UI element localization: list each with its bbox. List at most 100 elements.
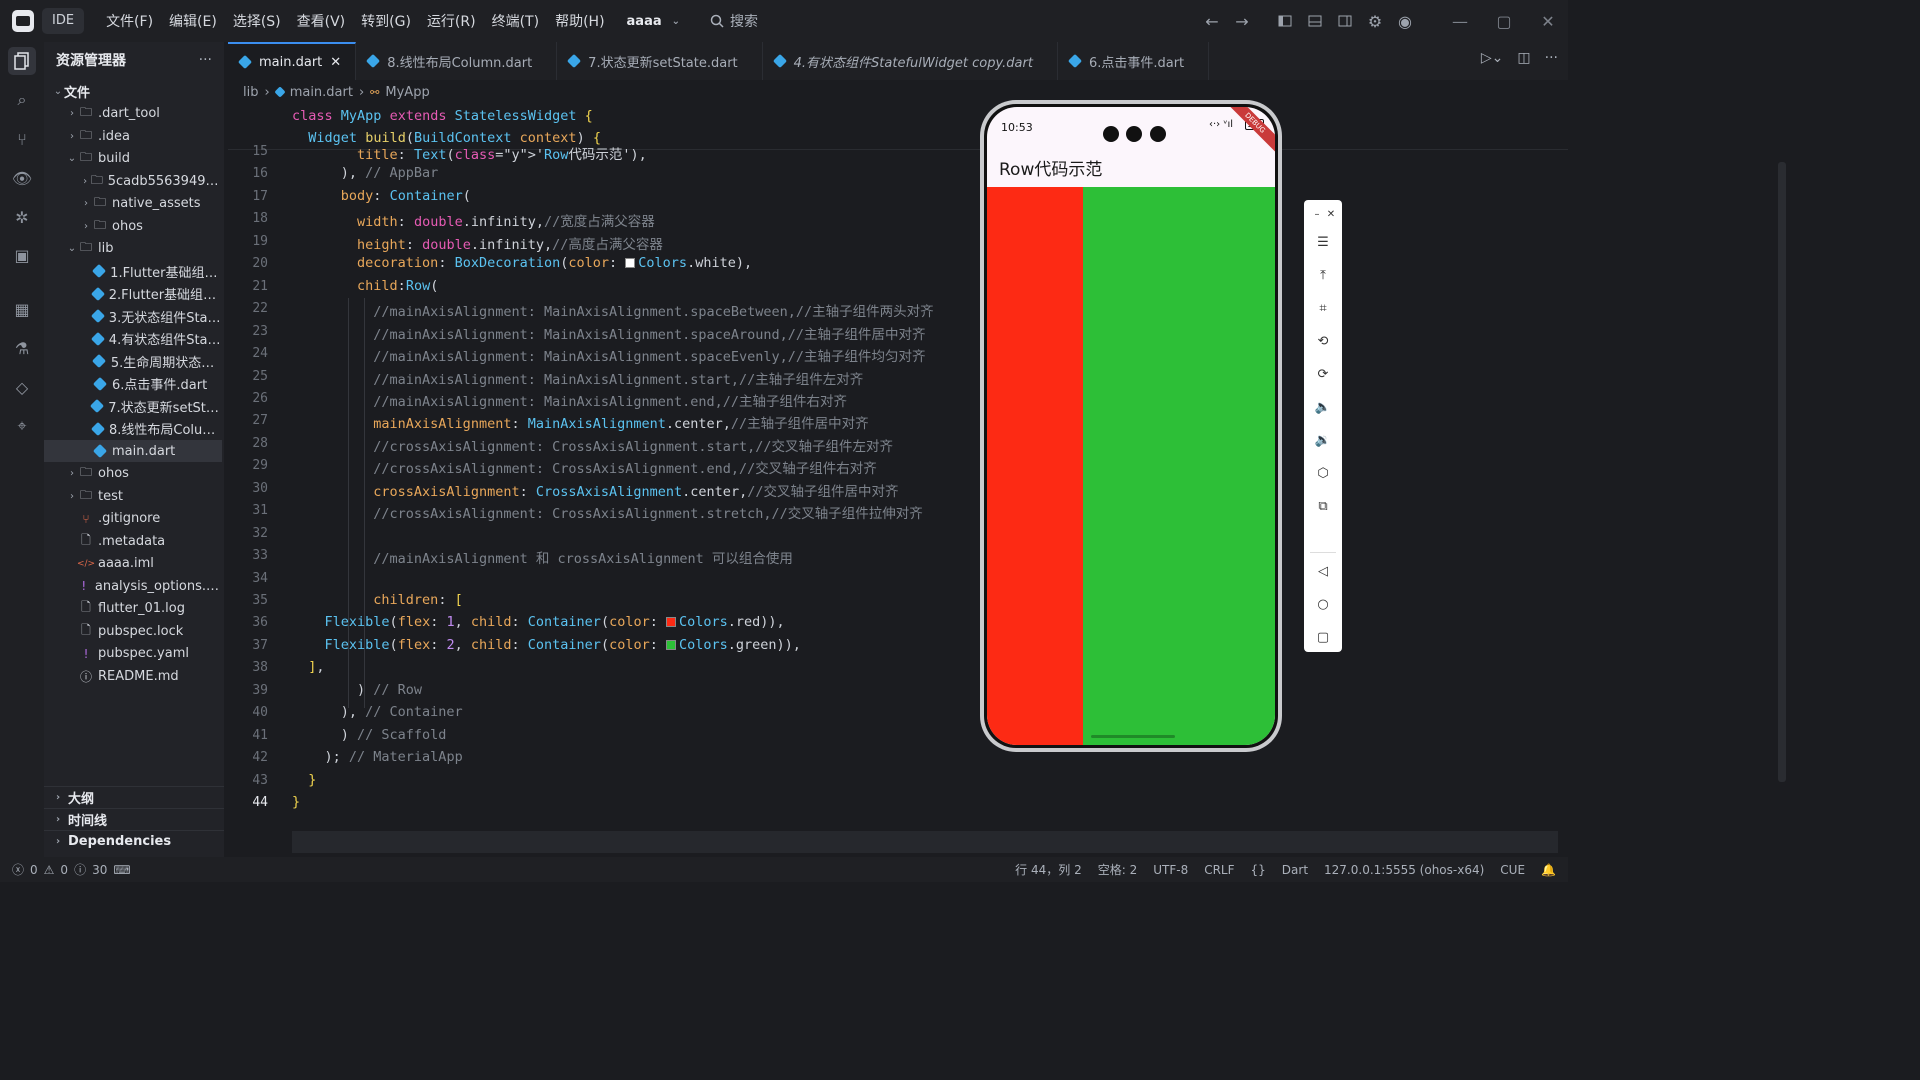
code-line[interactable]: //crossAxisAlignment: CrossAxisAlignment… [292,502,923,522]
back-triangle-icon[interactable]: ◁ [1313,561,1333,581]
braces-icon[interactable]: {} [1251,863,1266,877]
split-editor-icon[interactable]: ◫ [1517,50,1530,66]
tab-5[interactable]: 6.点击事件.dart [1058,42,1210,80]
tree-folder[interactable]: › 🗀 ohos [44,215,222,237]
flutter-icon[interactable]: ◇ [8,373,36,401]
tree-file[interactable]: 6.点击事件.dart [44,373,222,395]
run-icon[interactable]: ▷⌄ [1481,50,1504,66]
code-line[interactable]: } [292,772,316,788]
code-line[interactable]: //mainAxisAlignment: MainAxisAlignment.s… [292,323,925,343]
device-manager-icon[interactable]: ▣ [8,241,36,269]
code-line[interactable]: title: Text(class="y">'Row代码示范'), [292,143,647,163]
tree-file[interactable]: ! pubspec.yaml [44,643,222,665]
code-line[interactable]: child:Row( [292,278,438,294]
code-line[interactable]: ], [292,659,324,675]
line-ending[interactable]: CRLF [1204,863,1234,877]
tree-file[interactable]: 3.无状态组件Statel... [44,305,222,327]
tree-folder[interactable]: › 🗀 native_assets [44,193,222,215]
tree-folder[interactable]: › 🗀 ohos [44,463,222,485]
volume-down-icon[interactable]: 🔉 [1313,430,1333,450]
menu-help[interactable]: 帮助(H) [547,11,612,31]
toggle-panel-icon[interactable] [1301,7,1329,35]
device-selector[interactable]: 127.0.0.1:5555 (ohos-x64) [1324,863,1484,877]
menu-goto[interactable]: 转到(G) [353,11,419,31]
code-line[interactable]: body: Container( [292,188,471,204]
code-line[interactable]: width: double.infinity,//宽度占满父容器 [292,210,655,230]
dependencies-section[interactable]: › Dependencies [44,830,224,852]
code-line[interactable]: ); // MaterialApp [292,749,463,765]
screenshot-crop-icon[interactable]: ⌗ [1313,298,1333,318]
code-line[interactable]: //crossAxisAlignment: CrossAxisAlignment… [292,457,877,477]
code-line[interactable]: ), // Container [292,704,463,720]
code-line[interactable]: mainAxisAlignment: MainAxisAlignment.cen… [292,412,868,432]
forward-arrow-icon[interactable]: → [1228,7,1256,35]
minimize-button[interactable]: — [1440,0,1480,42]
menu-view[interactable]: 查看(V) [289,11,354,31]
tree-file[interactable]: ⓘ README.md [44,665,222,687]
breadcrumb-folder[interactable]: lib [243,85,258,100]
tree-file[interactable]: ⑂ .gitignore [44,508,222,530]
cursor-position[interactable]: 行 44，列 2 [1015,861,1082,878]
tab-1[interactable]: main.dart ✕ [228,42,357,80]
tree-folder[interactable]: › 🗀 test [44,485,222,507]
tree-folder[interactable]: ⌄ 🗀 build [44,148,222,170]
back-arrow-icon[interactable]: ← [1198,7,1226,35]
toggle-secondary-sidebar-icon[interactable] [1331,7,1359,35]
emulator-screen[interactable]: 10:53 ‹·› ᵛıl 100 DEBUG Row代码示范 [987,107,1275,745]
search-box[interactable]: 搜索 [710,11,758,31]
home-circle-icon[interactable]: ○ [1313,594,1333,614]
code-line[interactable]: ), // AppBar [292,165,439,181]
code-line[interactable]: } [292,794,300,810]
code-line[interactable]: //mainAxisAlignment: MainAxisAlignment.s… [292,345,925,365]
ide-badge[interactable]: IDE [42,8,85,34]
tree-file[interactable]: 🗋 .metadata [44,530,222,552]
code-line[interactable]: ) // Row [292,682,422,698]
tree-file[interactable]: 4.有状态组件Statef... [44,328,222,350]
close-window-button[interactable]: ✕ [1528,0,1568,42]
tree-file[interactable]: main.dart [44,440,222,462]
sticky-line[interactable]: class MyApp extends StatelessWidget { [292,108,593,124]
debug-icon[interactable]: ✲ [8,203,36,231]
notifications-bell-icon[interactable]: 🔔 [1541,863,1556,877]
explorer-icon[interactable] [8,47,36,75]
problems-indicator[interactable]: ⓧ 0 ⚠ 0 ⓘ 30 ⌨ [0,861,131,878]
tree-file[interactable]: 7.状态更新setState... [44,395,222,417]
code-line[interactable]: //mainAxisAlignment: MainAxisAlignment.e… [292,390,847,410]
encoding[interactable]: UTF-8 [1153,863,1188,877]
code-line[interactable]: //crossAxisAlignment: CrossAxisAlignment… [292,435,893,455]
tree-file[interactable]: </> aaaa.iml [44,553,222,575]
close-tab-icon[interactable]: ✕ [330,55,341,70]
inspector-icon[interactable]: ⌖ [8,412,36,440]
menu-terminal[interactable]: 终端(T) [484,11,547,31]
tree-file[interactable]: 2.Flutter基础组件S... [44,283,222,305]
code-line[interactable]: //mainAxisAlignment: MainAxisAlignment.s… [292,368,863,388]
toggle-sidebar-icon[interactable] [1271,7,1299,35]
pin-top-icon[interactable]: ⤒ [1313,265,1333,285]
code-line[interactable]: ) // Scaffold [292,727,447,743]
code-line[interactable]: //mainAxisAlignment 和 crossAxisAlignment… [292,547,793,567]
shake-icon[interactable]: ⬡ [1313,463,1333,483]
tree-folder[interactable]: › 🗀 .dart_tool [44,103,222,125]
tree-folder[interactable]: › 🗀 .idea [44,125,222,147]
menu-selection[interactable]: 选择(S) [225,11,289,31]
breadcrumb-symbol[interactable]: MyApp [385,85,429,100]
emulator-close-icon[interactable]: ✕ [1321,204,1341,224]
tree-folder[interactable]: ⌄ 🗀 lib [44,238,222,260]
editor-more-icon[interactable]: ··· [1545,50,1558,66]
multi-screen-icon[interactable]: ⧉ [1313,496,1333,516]
outline-section[interactable]: › 大纲 [44,786,224,808]
code-line[interactable]: //mainAxisAlignment: MainAxisAlignment.s… [292,300,933,320]
tab-3[interactable]: 7.状态更新setState.dart [557,42,763,80]
source-control-icon[interactable]: ⑂ [8,125,36,153]
cue-indicator[interactable]: CUE [1500,863,1525,877]
project-selector[interactable]: aaaa ⌄ [627,14,680,29]
code-line[interactable]: Flexible(flex: 1, child: Container(color… [292,614,785,630]
breadcrumb-file[interactable]: main.dart [290,85,353,100]
maximize-button[interactable]: ▢ [1484,0,1524,42]
recents-square-icon[interactable]: ▢ [1313,627,1333,647]
more-actions-icon[interactable]: ··· [199,52,212,68]
indentation[interactable]: 空格: 2 [1098,861,1138,878]
preview-eye-icon[interactable]: 👁 [8,164,36,192]
code-line[interactable]: Flexible(flex: 2, child: Container(color… [292,637,801,653]
tree-file[interactable]: 1.Flutter基础组件... [44,260,222,282]
